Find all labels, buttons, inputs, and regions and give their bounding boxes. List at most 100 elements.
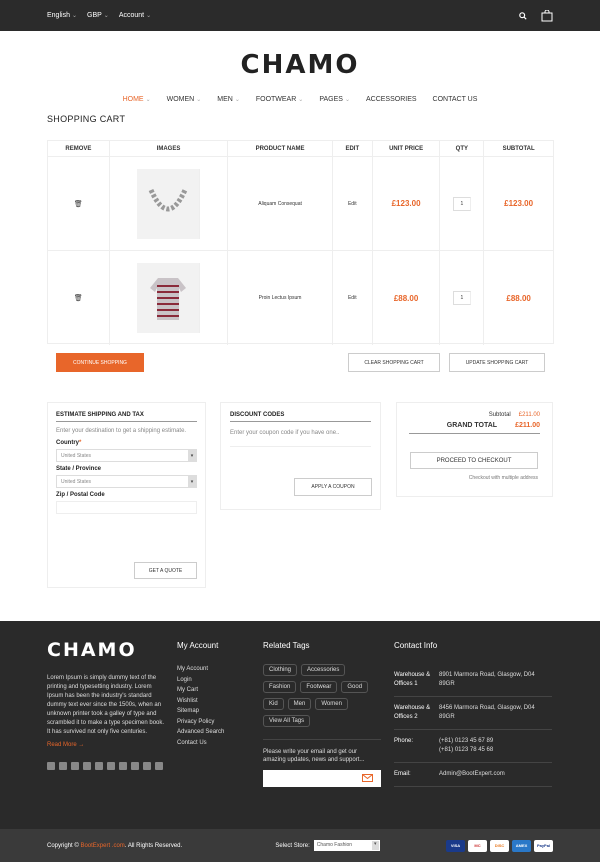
rss-icon[interactable] [71,762,79,770]
pinterest-icon[interactable] [107,762,115,770]
twitter-icon[interactable] [59,762,67,770]
necklace-icon [148,188,188,211]
contact-value[interactable]: Admin@BootExpert.com [439,770,505,779]
footer-logo[interactable]: CHAMO [47,639,165,661]
subtotal-row: Subtotal £211.00 [488,412,540,418]
contact-list: Warehouse & Offices 1 8901 Marmora Road, … [394,664,552,787]
striped-shirt-icon [150,278,187,320]
site-logo[interactable]: CHAMO [0,50,600,80]
nav-item-footwear[interactable]: FOOTWEAR ⌄ [248,96,311,103]
chevron-down-icon: ▾ [188,450,196,461]
linkedin-icon[interactable] [83,762,91,770]
contact-row: Warehouse & Offices 1 8901 Marmora Road, … [394,664,552,697]
footer-link[interactable]: Privacy Policy [177,717,224,728]
unit-price: £88.00 [393,293,419,303]
footer-contact: Contact Info Warehouse & Offices 1 8901 M… [394,641,552,787]
contact-value: 8901 Marmora Road, Glasgow, D04 89GR [438,672,535,687]
coupon-input[interactable]: Enter your coupon code if you have one.. [230,427,371,447]
product-image-shirt[interactable] [137,263,201,333]
chevron-down-icon: ⌄ [146,13,152,19]
contact-value[interactable]: (+81) 0123 45 67 89 (+81) 0123 78 45 68 [439,737,493,755]
footer-about: CHAMO Lorem Ipsum is simply dummy text o… [47,639,165,770]
read-more-link[interactable]: Read More → [47,742,165,748]
amex-card-icon: AMEX [512,839,531,852]
continue-shopping-button[interactable]: CONTINUE SHOPPING [56,353,144,372]
edit-link[interactable]: Edit [333,251,373,345]
subtotal: £123.00 [504,199,534,208]
store-select[interactable]: Chamo Fashion ▾ [313,840,380,851]
product-name[interactable]: Proin Lectus Ipsum [228,251,333,345]
cart-table-header: REMOVE IMAGES PRODUCT NAME EDIT UNIT PRI… [48,141,553,157]
footer-tags: Related Tags Clothing Accessories Fashion F… [263,641,381,787]
vimeo-icon[interactable] [155,762,163,770]
main-nav: HOME ⌄ WOMEN ⌄ MEN ⌄ FOOTWEAR ⌄ PAGES ⌄ ACCESSORIE… [0,96,600,103]
get-quote-button[interactable]: GET A QUOTE [134,562,197,579]
footer-link[interactable]: Sitemap [177,706,224,717]
footer-link[interactable]: Advanced Search [177,727,224,738]
footer-about-text: Lorem Ipsum is simply dummy text of the … [47,675,165,735]
currency-selector[interactable]: GBP ⌄ [87,12,109,19]
nav-item-accessories[interactable]: ACCESSORIES [358,96,425,103]
tag[interactable]: Men [287,698,312,710]
proceed-checkout-button[interactable]: PROCEED TO CHECKOUT [410,452,538,469]
footer-link[interactable]: Login [177,675,224,686]
tag[interactable]: Footwear [300,681,338,693]
product-name[interactable]: Aliquam Consequat [228,157,333,250]
tag[interactable]: Women [315,698,348,710]
product-image-necklace[interactable] [137,168,201,239]
footer-link[interactable]: My Cart [177,685,224,696]
search-icon[interactable] [519,11,527,20]
update-cart-button[interactable]: UPDATE SHOPPING CART [449,353,545,372]
nav-item-pages[interactable]: PAGES ⌄ [311,96,358,103]
quantity-input[interactable]: 1 [452,196,471,211]
nav-item-home[interactable]: HOME ⌄ [115,96,159,103]
dribbble-icon[interactable] [119,762,127,770]
footer-link[interactable]: Wishlist [177,696,224,707]
tag[interactable]: Kid [263,698,284,710]
language-selector[interactable]: English ⌄ [47,12,77,19]
nav-item-men[interactable]: MEN ⌄ [209,96,248,103]
chevron-down-icon: ⌄ [71,13,77,19]
cart-icon[interactable] [541,9,553,22]
footer-link[interactable]: Contact Us [177,738,224,749]
tag[interactable]: Fashion [263,681,297,693]
facebook-icon[interactable] [47,762,55,770]
tag[interactable]: Good [341,681,369,693]
country-select[interactable]: United States ▾ [56,449,197,462]
tag[interactable]: Accessories [301,664,346,676]
subtotal: £88.00 [506,293,531,303]
state-select[interactable]: United States ▾ [56,475,197,488]
trash-icon[interactable]: 🗑 [74,294,83,302]
header-images: IMAGES [110,141,229,156]
newsletter-input[interactable] [263,770,381,787]
totals-panel: Subtotal £211.00 GRAND TOTAL £211.00 [396,402,553,497]
multi-address-link[interactable]: Checkout with multiple address [410,475,538,481]
contact-title: Contact Info [394,641,438,650]
clear-cart-button[interactable]: CLEAR SHOPPING CART [348,353,440,372]
nav-item-contact-us[interactable]: CONTACT US [425,96,486,103]
account-menu[interactable]: Account ⌄ [119,12,151,19]
nav-item-women[interactable]: WOMEN ⌄ [159,96,210,103]
mail-icon[interactable] [362,774,373,782]
instagram-icon[interactable] [131,762,139,770]
header-product-name: PRODUCT NAME [228,141,333,156]
arrow-right-icon: → [78,742,85,748]
shipping-desc: Enter your destination to get a shipping… [56,428,187,434]
table-row: 🗑 Aliquam Consequat Edit £123.00 1 £123.… [48,157,553,251]
copyright: Copyright © BootExpert .com. All Rights … [47,842,183,849]
cart-table: REMOVE IMAGES PRODUCT NAME EDIT UNIT PRI… [47,140,554,345]
quantity-input[interactable]: 1 [452,291,471,305]
header-remove: REMOVE [48,141,110,156]
trash-icon[interactable]: 🗑 [74,200,83,208]
google-plus-icon[interactable] [95,762,103,770]
apply-coupon-button[interactable]: APPLY A COUPON [294,478,372,496]
footer-link[interactable]: My Account [177,664,224,675]
edit-link[interactable]: Edit [333,157,373,250]
tag[interactable]: Clothing [263,664,298,676]
header-edit: EDIT [333,141,373,156]
tag[interactable]: View All Tags [263,715,311,727]
table-row: 🗑 Proin Lectus Ipsum Edit £88.00 1 £88.0… [48,251,553,345]
tumblr-icon[interactable] [143,762,151,770]
zip-input[interactable] [56,501,197,514]
shipping-panel: ESTIMATE SHIPPING AND TAX Enter your des… [47,402,206,588]
